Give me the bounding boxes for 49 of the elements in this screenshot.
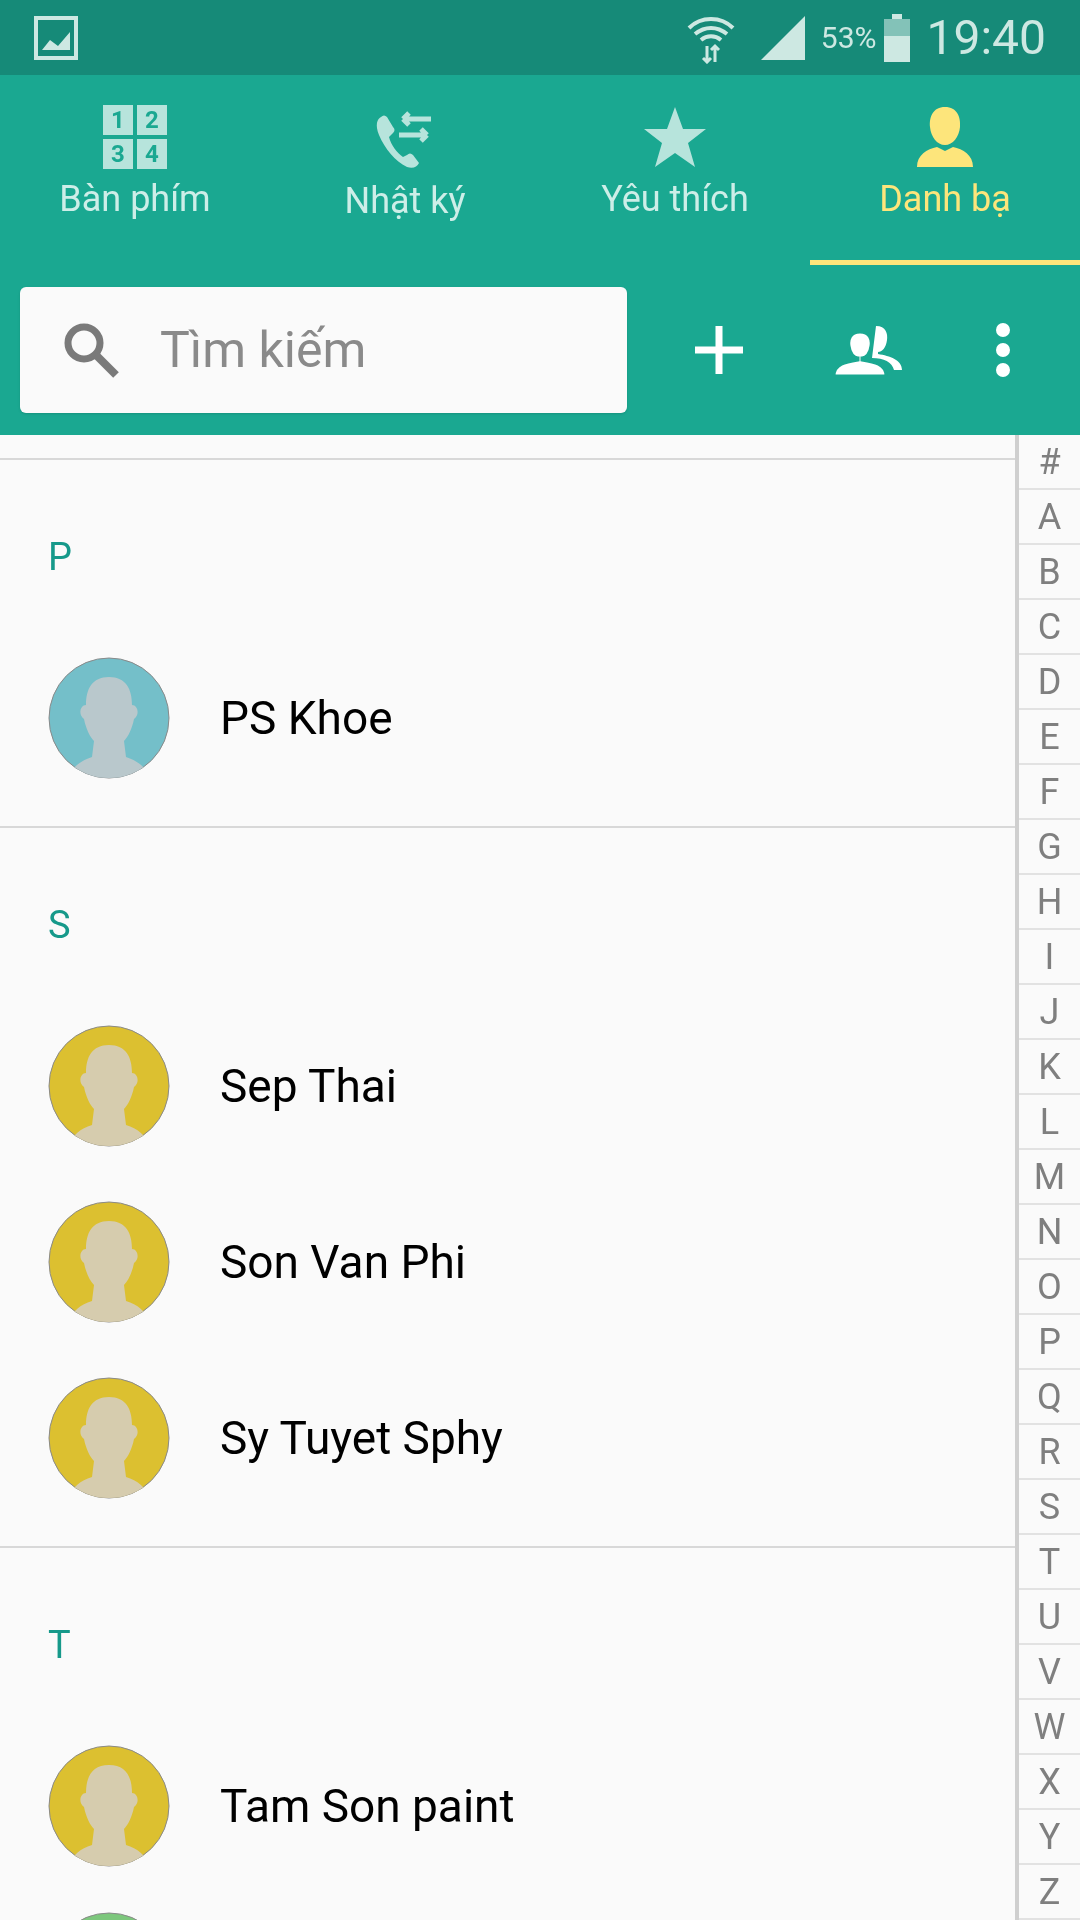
index-letter[interactable]: K xyxy=(1019,1040,1080,1095)
index-letter[interactable]: A xyxy=(1019,490,1080,545)
index-letter[interactable]: # xyxy=(1019,435,1080,490)
contact-row[interactable]: Sy Tuyet Sphy xyxy=(0,1350,1015,1526)
index-letter[interactable]: S xyxy=(1019,1480,1080,1535)
tab[interactable]: Nhật ký xyxy=(270,75,540,265)
tab[interactable]: 1 2 3 4 Bàn phím xyxy=(0,75,270,265)
index-letter[interactable]: X xyxy=(1019,1755,1080,1810)
index-letter[interactable]: V xyxy=(1019,1645,1080,1700)
clock: 19:40 xyxy=(926,13,1046,62)
contact-row[interactable]: Son Van Phi xyxy=(0,1174,1015,1350)
index-letter[interactable]: Z xyxy=(1019,1865,1080,1920)
contact-row[interactable]: Tam Son paint xyxy=(0,1718,1015,1894)
contact-row[interactable]: PS Khoe xyxy=(0,630,1015,806)
section-letter: T xyxy=(48,1621,71,1669)
section-letter: P xyxy=(48,533,72,581)
index-letter[interactable]: M xyxy=(1019,1150,1080,1205)
tab[interactable]: Yêu thích xyxy=(540,75,810,265)
index-letter[interactable]: Y xyxy=(1019,1810,1080,1865)
index-letter[interactable]: W xyxy=(1019,1700,1080,1755)
star-icon xyxy=(642,105,708,169)
index-letter[interactable]: D xyxy=(1019,655,1080,710)
people-icon xyxy=(832,324,905,376)
index-letter[interactable]: U xyxy=(1019,1590,1080,1645)
image-icon xyxy=(34,15,78,60)
index-letter[interactable]: O xyxy=(1019,1260,1080,1315)
search-input[interactable]: Tìm kiếm xyxy=(160,312,560,388)
index-letter[interactable]: B xyxy=(1019,545,1080,600)
index-letter[interactable]: Q xyxy=(1019,1370,1080,1425)
more-icon xyxy=(994,322,1011,378)
index-letter[interactable]: E xyxy=(1019,710,1080,765)
battery-percentage: 53% xyxy=(820,19,877,57)
plus-icon xyxy=(693,324,746,376)
index-letter[interactable]: P xyxy=(1019,1315,1080,1370)
section-letter: S xyxy=(48,901,71,949)
index-letter[interactable]: F xyxy=(1019,765,1080,820)
index-letter[interactable]: I xyxy=(1019,930,1080,985)
index-letter[interactable]: C xyxy=(1019,600,1080,655)
search-icon xyxy=(62,321,120,379)
index-letter[interactable]: H xyxy=(1019,875,1080,930)
index-letter[interactable]: J xyxy=(1019,985,1080,1040)
contact-row[interactable]: Sep Thai xyxy=(0,998,1015,1174)
index-letter[interactable]: T xyxy=(1019,1535,1080,1590)
battery-icon xyxy=(884,13,911,62)
index-letter[interactable]: G xyxy=(1019,820,1080,875)
index-letter[interactable]: R xyxy=(1019,1425,1080,1480)
index-letter[interactable]: L xyxy=(1019,1095,1080,1150)
search-field[interactable]: Tìm kiếm xyxy=(20,287,627,413)
index-letter[interactable]: N xyxy=(1019,1205,1080,1260)
